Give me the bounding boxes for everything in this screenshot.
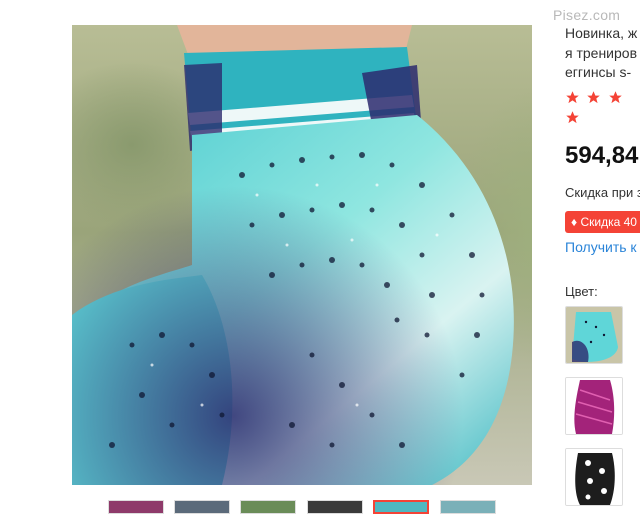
rating-stars[interactable] (565, 90, 640, 124)
get-coupon-link[interactable]: Получить к (565, 239, 637, 255)
product-title-line-1: Новинка, ж (565, 25, 638, 41)
star-icon (566, 91, 579, 104)
swatch-image-black-white (566, 449, 622, 505)
swatch-image-magenta (566, 378, 622, 434)
discount-badge-label: Скидка 40 (580, 215, 637, 229)
thumbnail-5-selected[interactable] (373, 500, 429, 514)
star-icon (587, 91, 601, 104)
swatch-image-teal (566, 307, 622, 363)
color-label: Цвет: (565, 284, 598, 299)
leggings-photo (72, 25, 532, 485)
product-title-line-3: еггинсы s- (565, 64, 632, 80)
color-swatch-magenta[interactable] (565, 377, 623, 435)
flame-icon: ♦ (571, 215, 578, 229)
star-icon (566, 111, 579, 124)
star-icon (609, 91, 622, 104)
color-swatch-teal[interactable] (565, 306, 623, 364)
discount-info: Скидка при з (565, 185, 640, 200)
thumbnail-2[interactable] (174, 500, 230, 514)
product-main-image[interactable] (72, 25, 532, 485)
watermark-text: Pisez.com (553, 7, 621, 23)
thumbnail-4[interactable] (307, 500, 363, 514)
product-title-line-2: я трениров (565, 45, 638, 61)
thumbnail-6[interactable] (440, 500, 496, 514)
thumbnail-3[interactable] (240, 500, 296, 514)
color-swatch-black-white[interactable] (565, 448, 623, 506)
thumbnail-1[interactable] (108, 500, 164, 514)
discount-badge: ♦ Скидка 40 (565, 211, 640, 233)
product-price: 594,84 (565, 142, 639, 169)
